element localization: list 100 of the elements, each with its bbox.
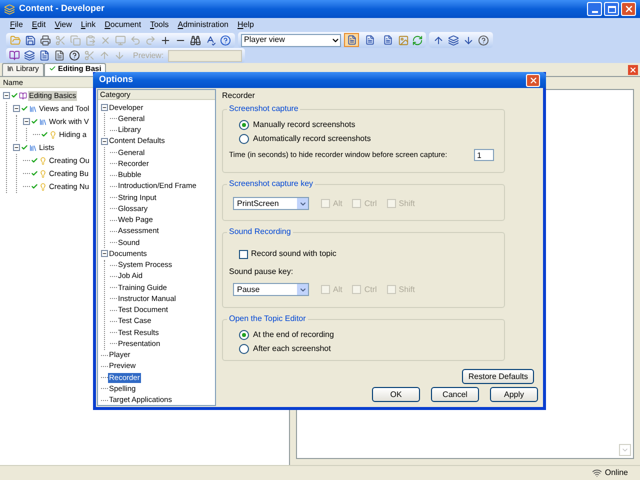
paste-icon [85, 34, 96, 46]
collapse-toggle-icon[interactable] [101, 138, 108, 145]
refresh-icon [412, 34, 423, 46]
collapse-toggle-icon[interactable] [101, 250, 108, 258]
radio-label: After each screenshot [253, 343, 331, 355]
app-icon [4, 4, 15, 14]
section-title: Recorder [222, 91, 256, 101]
book-icon [19, 92, 27, 100]
minimize-button[interactable] [587, 2, 602, 16]
upload-icon [433, 34, 444, 46]
library-icon [7, 65, 14, 72]
up-arrow-icon [99, 50, 110, 61]
spellcheck-icon [205, 34, 216, 46]
download-icon [463, 34, 474, 46]
books-icon [29, 104, 37, 112]
expand-icon [160, 34, 171, 46]
book-icon [9, 50, 20, 61]
restore-defaults-button[interactable]: Restore Defaults [462, 369, 534, 384]
preview-label: Preview: [133, 50, 164, 62]
layers-icon [24, 50, 35, 61]
lightbulb-icon [39, 182, 47, 190]
monitor-icon [115, 34, 126, 46]
dialog-button[interactable]: Apply [490, 387, 538, 402]
cut-icon [55, 34, 66, 46]
radio-button[interactable] [239, 344, 249, 354]
folder-icon [10, 34, 21, 46]
books-icon [39, 118, 47, 126]
lightbulb-icon [49, 130, 57, 138]
key-select[interactable]: PrintScreen [233, 197, 309, 210]
checkbox-label: Alt [333, 284, 342, 296]
checkbox-label: Record sound with topic [251, 248, 336, 260]
lightbulb-icon [39, 156, 47, 164]
dropdown-icon [298, 200, 306, 208]
menu-item[interactable]: Link [80, 20, 96, 30]
group-title: Sound Recording [227, 227, 293, 237]
field-label: Sound pause key: [229, 266, 294, 278]
checkbox-label: Ctrl [364, 284, 377, 296]
radio-label: At the end of recording [253, 329, 334, 341]
menu-item[interactable]: Edit [32, 20, 46, 30]
books-icon [29, 144, 37, 152]
key-select[interactable]: Pause [233, 283, 309, 296]
menu-item[interactable]: Help [237, 20, 254, 30]
layout-button[interactable] [344, 33, 359, 47]
layout-icon [364, 35, 374, 45]
menu-item[interactable]: File [10, 20, 23, 30]
dialog-button[interactable]: Cancel [431, 387, 479, 402]
group-title: Open the Topic Editor [227, 314, 308, 324]
document-icon [39, 50, 50, 61]
checkbox[interactable] [239, 250, 248, 258]
collapse-toggle-icon[interactable] [23, 118, 30, 125]
layout-icon [346, 35, 356, 45]
menu-item[interactable]: Document [104, 20, 142, 30]
save-icon [25, 34, 36, 46]
radio-button[interactable] [239, 120, 249, 130]
picture-icon [398, 34, 409, 46]
radio-button[interactable] [239, 330, 249, 340]
document-icon [54, 50, 65, 61]
redo-icon [145, 34, 156, 46]
menu-item[interactable]: View [54, 20, 72, 30]
down-arrow-icon [114, 50, 125, 61]
close-icon [528, 76, 538, 84]
dropdown-icon [298, 286, 306, 294]
help-icon [220, 34, 231, 46]
undo-icon [130, 34, 141, 46]
find-icon [190, 34, 201, 46]
lightbulb-icon [39, 170, 47, 178]
collapse-toggle-icon[interactable] [3, 92, 10, 99]
checkbox-label: Ctrl [364, 198, 377, 210]
help-icon [478, 34, 489, 46]
toolbar-button[interactable] [218, 32, 233, 48]
network-icon [592, 468, 602, 478]
collapse-toggle-icon[interactable] [13, 144, 20, 151]
collapse-toggle-icon[interactable] [101, 104, 108, 112]
delete-icon [100, 34, 111, 46]
checkbox-label: Shift [398, 198, 415, 210]
close-button[interactable] [621, 2, 636, 16]
view-select[interactable]: Player view [241, 34, 341, 46]
collapse-toggle-icon[interactable] [13, 105, 20, 112]
maximize-button[interactable] [604, 2, 619, 16]
layout-icon [382, 35, 392, 45]
radio-label: Automatically record screenshots [253, 133, 371, 145]
radio-button[interactable] [239, 134, 249, 144]
help-icon [69, 50, 80, 61]
copy-icon [70, 34, 81, 46]
check-icon [48, 65, 56, 72]
close-button[interactable] [526, 74, 540, 86]
status-text: Online [604, 467, 628, 479]
menu-item[interactable]: Tools [150, 20, 169, 30]
radio-label: Manually record screenshots [253, 119, 356, 131]
dialog-button[interactable]: OK [372, 387, 420, 402]
group-title: Screenshot capture key [227, 179, 316, 189]
seconds-field[interactable]: 1 [474, 149, 494, 161]
close-icon [624, 4, 634, 14]
checkbox-label: Shift [398, 284, 415, 296]
printer-icon [40, 34, 51, 46]
checkbox-label: Alt [333, 198, 342, 210]
toolbar-button[interactable] [38, 32, 53, 48]
cut-icon [84, 50, 95, 61]
close-panel-icon[interactable] [628, 65, 638, 75]
menu-item[interactable]: Administration [178, 20, 228, 30]
